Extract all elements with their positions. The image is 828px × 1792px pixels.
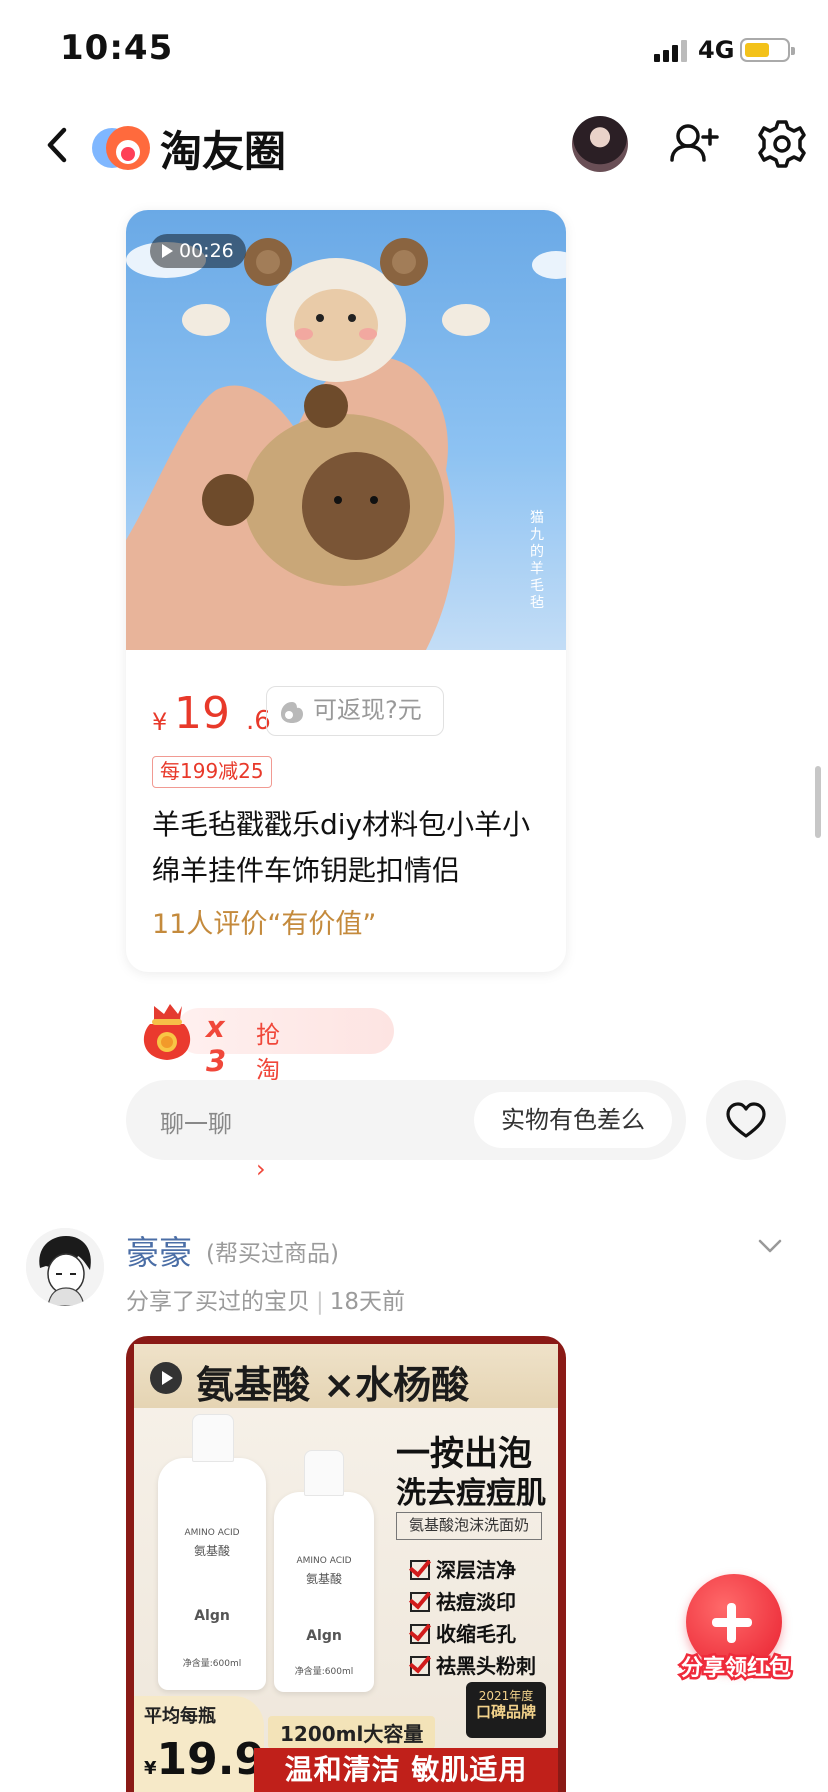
heart-icon <box>726 1102 766 1138</box>
checkbox-icon <box>410 1560 430 1580</box>
feature-2: 祛痘淡印 <box>410 1586 516 1615</box>
product-card[interactable]: 00:26 猫九的羊毛毡 ¥ 19 .6 可返现?元 每199减25 羊毛毡戳戳… <box>126 210 566 972</box>
checkbox-icon <box>410 1624 430 1644</box>
bottle-volume-2: 净含量:600ml <box>294 1667 354 1677</box>
product-image[interactable]: 00:26 猫九的羊毛毡 <box>126 210 566 650</box>
price-currency: ¥ <box>152 708 168 736</box>
battery-icon <box>740 38 795 62</box>
brand-badge-label: 口碑品牌 <box>475 1703 536 1721</box>
bottle-label-cn: 氨基酸 <box>193 1544 230 1558</box>
feature-1: 深层洁净 <box>410 1554 516 1583</box>
bottle-pump-large <box>192 1414 234 1462</box>
capacity-label: 1200ml大容量 <box>268 1716 436 1749</box>
user-avatar[interactable] <box>26 1228 104 1306</box>
post-options-button[interactable] <box>756 1232 784 1260</box>
plus-icon-vertical <box>727 1603 736 1643</box>
play-icon <box>162 244 173 258</box>
feature-2-label: 祛痘淡印 <box>436 1590 516 1614</box>
bottle-label-en: AMINO ACID <box>184 1528 240 1538</box>
bottle-pump-small <box>304 1450 344 1496</box>
comment-input[interactable]: 聊一聊 实物有色差么 <box>126 1080 686 1160</box>
feature-3-label: 收缩毛孔 <box>436 1622 516 1646</box>
share-red-packet-button[interactable]: 分享领红包 <box>678 1574 794 1684</box>
video-duration: 00:26 <box>179 240 234 262</box>
add-friend-button[interactable] <box>666 116 722 172</box>
product-image-2[interactable]: 氨基酸 ×水杨酸 AMINO ACID 氨基酸 Algn 净含量:600ml A… <box>134 1344 558 1792</box>
post-action: 分享了买过的宝贝 <box>126 1289 310 1315</box>
product-card-2[interactable]: 氨基酸 ×水杨酸 AMINO ACID 氨基酸 Algn 净含量:600ml A… <box>126 1336 566 1792</box>
brand-year: 2021年度 <box>478 1689 534 1703</box>
back-button[interactable] <box>34 120 84 170</box>
post-time: 18天前 <box>329 1289 406 1315</box>
video-duration-badge: 00:26 <box>150 234 246 268</box>
avatar[interactable] <box>572 116 628 172</box>
fab-label: 分享领红包 <box>678 1654 793 1684</box>
settings-button[interactable] <box>754 116 810 172</box>
checkbox-icon <box>410 1592 430 1612</box>
status-bar: 10:45 4G <box>0 0 828 96</box>
page-title: 淘友圈 <box>160 127 287 176</box>
image-watermark: 猫九的羊毛毡 <box>530 510 544 611</box>
feature-4: 祛黑头粉刺 <box>410 1650 536 1679</box>
product-title[interactable]: 羊毛毡戳戳乐diy材料包小羊小绵羊挂件车饰钥匙扣情侣 <box>152 802 552 894</box>
bottle-label-en-2: AMINO ACID <box>296 1556 352 1566</box>
coin-multiplier: x 3 <box>206 1010 227 1078</box>
bottle-small: AMINO ACID 氨基酸 Algn 净含量:600ml <box>274 1492 374 1692</box>
cashback-icon <box>281 702 303 723</box>
checkbox-icon <box>410 1656 430 1676</box>
brand-badge: 2021年度 口碑品牌 <box>466 1682 546 1738</box>
add-user-icon <box>670 124 719 162</box>
bottle-brand: Algn <box>194 1608 230 1624</box>
ad-header: 氨基酸 ×水杨酸 <box>134 1344 558 1408</box>
signal-icon <box>654 38 688 62</box>
promo-tag: 每199减25 <box>152 756 272 788</box>
price-integer: 19 <box>174 688 230 739</box>
scrollbar[interactable] <box>815 766 821 838</box>
like-button[interactable] <box>706 1080 786 1160</box>
avg-price-box: 平均每瓶 ¥19.95 <box>134 1696 296 1792</box>
quick-question-chip[interactable]: 实物有色差么 <box>474 1092 672 1148</box>
bottle-large: AMINO ACID 氨基酸 Algn 净含量:600ml <box>158 1458 266 1690</box>
ad-banner: 温和清洁 敏肌适用 <box>254 1748 558 1792</box>
chevron-down-icon <box>758 1239 782 1253</box>
taobao-logo <box>90 118 154 174</box>
post-meta: 分享了买过的宝贝 | 18天前 <box>126 1282 405 1316</box>
felt-sheep-illustration <box>126 238 566 650</box>
feature-4-label: 祛黑头粉刺 <box>436 1654 536 1678</box>
status-time: 10:45 <box>60 28 174 68</box>
post-user-name[interactable]: 豪豪 <box>126 1226 192 1274</box>
avg-price-currency: ¥ <box>144 1758 157 1779</box>
network-label: 4G <box>698 36 735 64</box>
cashback-label: 可返现?元 <box>313 696 422 724</box>
ad-headline-2: 洗去痘痘肌 <box>396 1476 546 1511</box>
post-user-tag: (帮买过商品) <box>206 1241 339 1267</box>
feature-1-label: 深层洁净 <box>436 1558 516 1582</box>
bottle-volume: 净含量:600ml <box>182 1659 242 1669</box>
chevron-left-icon <box>47 127 67 163</box>
feature-3: 收缩毛孔 <box>410 1618 516 1647</box>
meta-divider: | <box>316 1289 324 1315</box>
comment-placeholder: 聊一聊 <box>160 1110 232 1138</box>
ad-subtitle: 氨基酸泡沫洗面奶 <box>396 1512 542 1540</box>
avg-price-label: 平均每瓶 <box>144 1706 216 1727</box>
cashback-button[interactable]: 可返现?元 <box>266 686 444 736</box>
bottle-brand-2: Algn <box>306 1628 342 1644</box>
review-summary[interactable]: 11人评价“有价值” <box>152 902 376 941</box>
lucky-bag-icon <box>136 1000 198 1064</box>
ad-header-title: 氨基酸 ×水杨酸 <box>196 1363 470 1407</box>
nav-bar: 淘友圈 <box>0 96 828 206</box>
play-icon <box>150 1362 182 1394</box>
gear-icon <box>758 120 806 168</box>
bottle-label-cn-2: 氨基酸 <box>305 1572 342 1586</box>
